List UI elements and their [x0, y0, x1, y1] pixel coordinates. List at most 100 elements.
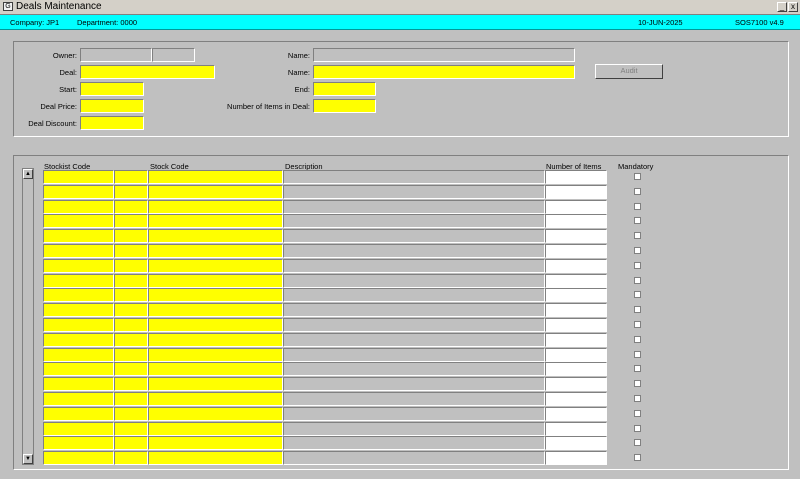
mandatory-checkbox[interactable]	[634, 306, 641, 314]
number-of-items-cell[interactable]	[545, 436, 607, 451]
description-cell[interactable]	[283, 318, 545, 332]
number-of-items-cell[interactable]	[545, 244, 607, 258]
number-of-items-cell[interactable]	[545, 170, 607, 184]
number-of-items-cell[interactable]	[545, 406, 607, 421]
number-of-items-cell[interactable]	[545, 451, 607, 466]
number-of-items-cell[interactable]	[545, 229, 607, 244]
stockist-code-cell[interactable]	[43, 170, 114, 184]
number-of-items-cell[interactable]	[545, 392, 607, 406]
mandatory-checkbox[interactable]	[634, 187, 641, 195]
mandatory-checkbox[interactable]	[634, 335, 641, 343]
stockist-code-cell[interactable]	[43, 347, 114, 362]
stockist-sub-cell[interactable]	[114, 303, 148, 318]
stockist-code-cell[interactable]	[43, 332, 114, 347]
stockist-code-cell[interactable]	[43, 421, 114, 436]
description-cell[interactable]	[283, 436, 545, 451]
number-of-items-cell[interactable]	[545, 258, 607, 273]
mandatory-checkbox[interactable]	[634, 291, 641, 299]
stockist-code-cell[interactable]	[43, 258, 114, 273]
number-of-items-cell[interactable]	[545, 214, 607, 229]
number-of-items-cell[interactable]	[545, 421, 607, 436]
owner-name-field[interactable]	[313, 48, 575, 62]
stockist-sub-cell[interactable]	[114, 436, 148, 451]
stock-code-cell[interactable]	[148, 170, 283, 184]
stock-code-cell[interactable]	[148, 214, 283, 229]
description-cell[interactable]	[283, 170, 545, 184]
stockist-sub-cell[interactable]	[114, 288, 148, 303]
stockist-sub-cell[interactable]	[114, 406, 148, 421]
description-cell[interactable]	[283, 229, 545, 244]
number-of-items-cell[interactable]	[545, 362, 607, 377]
stockist-sub-cell[interactable]	[114, 170, 148, 184]
mandatory-checkbox[interactable]	[634, 232, 641, 240]
mandatory-checkbox[interactable]	[634, 439, 641, 447]
stock-code-cell[interactable]	[148, 347, 283, 362]
stockist-sub-cell[interactable]	[114, 184, 148, 199]
mandatory-checkbox[interactable]	[634, 380, 641, 388]
stock-code-cell[interactable]	[148, 436, 283, 451]
stockist-code-cell[interactable]	[43, 229, 114, 244]
stockist-sub-cell[interactable]	[114, 377, 148, 392]
number-of-items-cell[interactable]	[545, 288, 607, 303]
mandatory-checkbox[interactable]	[634, 350, 641, 358]
stock-code-cell[interactable]	[148, 199, 283, 214]
number-of-items-cell[interactable]	[545, 184, 607, 199]
stockist-code-cell[interactable]	[43, 244, 114, 258]
mandatory-checkbox[interactable]	[634, 173, 641, 180]
description-cell[interactable]	[283, 273, 545, 288]
description-cell[interactable]	[283, 332, 545, 347]
stockist-code-cell[interactable]	[43, 199, 114, 214]
description-cell[interactable]	[283, 421, 545, 436]
start-field[interactable]	[80, 82, 144, 96]
description-cell[interactable]	[283, 451, 545, 466]
deal-name-field[interactable]	[313, 65, 575, 79]
stockist-sub-cell[interactable]	[114, 421, 148, 436]
mandatory-checkbox[interactable]	[634, 321, 641, 328]
stockist-code-cell[interactable]	[43, 288, 114, 303]
stockist-sub-cell[interactable]	[114, 392, 148, 406]
stockist-sub-cell[interactable]	[114, 347, 148, 362]
description-cell[interactable]	[283, 406, 545, 421]
description-cell[interactable]	[283, 214, 545, 229]
owner-sub-field[interactable]	[152, 48, 195, 62]
stock-code-cell[interactable]	[148, 229, 283, 244]
stock-code-cell[interactable]	[148, 303, 283, 318]
stockist-code-cell[interactable]	[43, 214, 114, 229]
stockist-sub-cell[interactable]	[114, 362, 148, 377]
mandatory-checkbox[interactable]	[634, 409, 641, 417]
mandatory-checkbox[interactable]	[634, 276, 641, 284]
stock-code-cell[interactable]	[148, 318, 283, 332]
num-items-in-deal-field[interactable]	[313, 99, 376, 113]
mandatory-checkbox[interactable]	[634, 217, 641, 225]
description-cell[interactable]	[283, 199, 545, 214]
stockist-sub-cell[interactable]	[114, 258, 148, 273]
stockist-sub-cell[interactable]	[114, 244, 148, 258]
stockist-code-cell[interactable]	[43, 436, 114, 451]
owner-code-field[interactable]	[80, 48, 152, 62]
stock-code-cell[interactable]	[148, 184, 283, 199]
stockist-code-cell[interactable]	[43, 318, 114, 332]
stockist-code-cell[interactable]	[43, 392, 114, 406]
mandatory-checkbox[interactable]	[634, 395, 641, 402]
description-cell[interactable]	[283, 362, 545, 377]
stockist-sub-cell[interactable]	[114, 318, 148, 332]
stock-code-cell[interactable]	[148, 362, 283, 377]
description-cell[interactable]	[283, 303, 545, 318]
number-of-items-cell[interactable]	[545, 377, 607, 392]
stockist-sub-cell[interactable]	[114, 214, 148, 229]
stockist-code-cell[interactable]	[43, 451, 114, 466]
number-of-items-cell[interactable]	[545, 332, 607, 347]
deal-price-field[interactable]	[80, 99, 144, 113]
mandatory-checkbox[interactable]	[634, 365, 641, 373]
stock-code-cell[interactable]	[148, 392, 283, 406]
audit-button[interactable]: Audit	[595, 64, 663, 79]
deal-discount-field[interactable]	[80, 116, 144, 130]
description-cell[interactable]	[283, 377, 545, 392]
end-field[interactable]	[313, 82, 376, 96]
description-cell[interactable]	[283, 392, 545, 406]
mandatory-checkbox[interactable]	[634, 247, 641, 254]
number-of-items-cell[interactable]	[545, 273, 607, 288]
description-cell[interactable]	[283, 244, 545, 258]
description-cell[interactable]	[283, 347, 545, 362]
mandatory-checkbox[interactable]	[634, 424, 641, 432]
